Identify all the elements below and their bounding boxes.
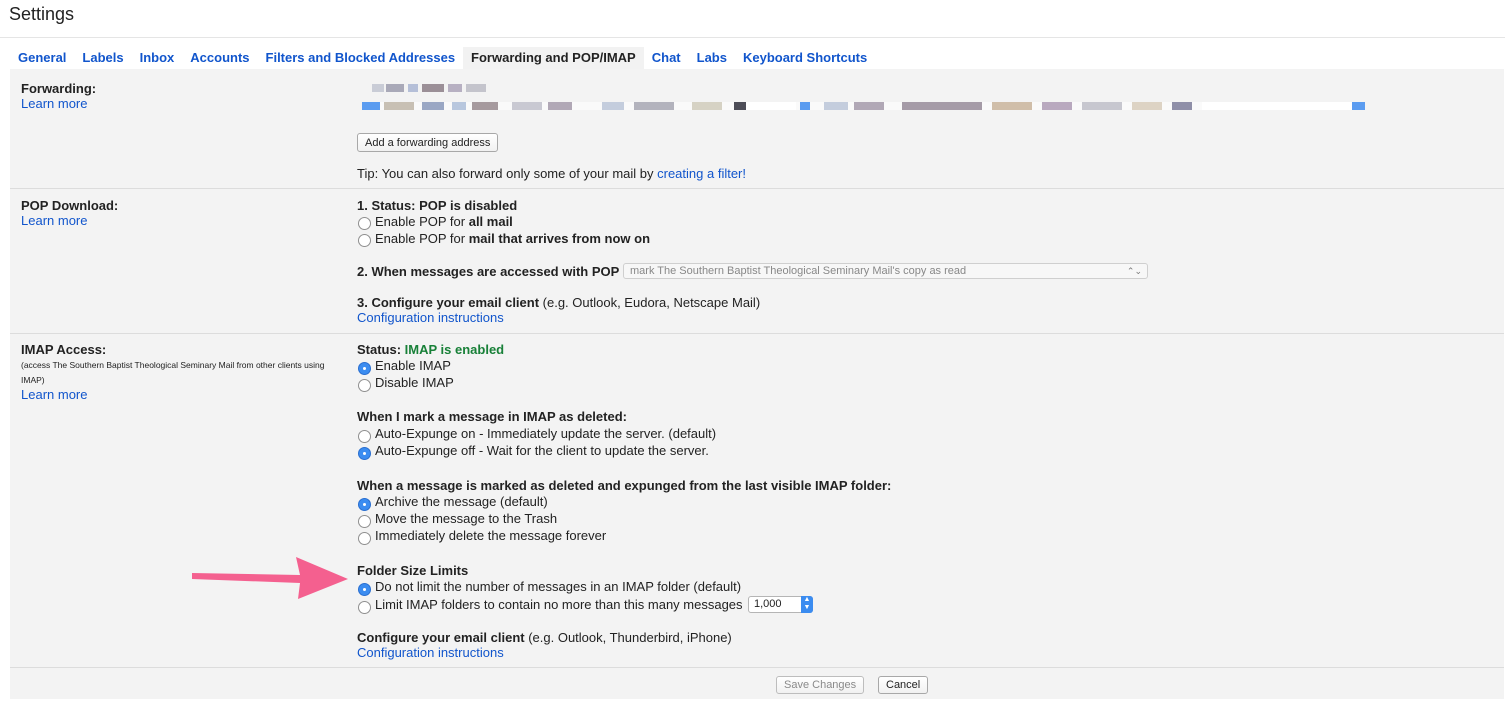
pop-opt2-prefix: Enable POP for — [375, 231, 469, 246]
imap-sublabel: (access The Southern Baptist Theological… — [21, 360, 325, 385]
imap-status: Status: IMAP is enabled — [357, 342, 504, 357]
enable-imap-radio[interactable] — [358, 362, 371, 375]
tab-keyboard-shortcuts[interactable]: Keyboard Shortcuts — [735, 47, 875, 69]
limit-folder-radio[interactable] — [358, 601, 371, 614]
tab-labs[interactable]: Labs — [689, 47, 735, 69]
imap-status-value: IMAP is enabled — [404, 342, 505, 357]
pop-section: POP Download: Learn more 1. Status: POP … — [10, 189, 1504, 332]
imap-label: IMAP Access: — [21, 342, 107, 357]
pop-learn-more-link[interactable]: Learn more — [21, 213, 87, 228]
pop-accessed-label: 2. When messages are accessed with POP — [357, 264, 620, 279]
imap-configure-client: Configure your email client (e.g. Outloo… — [357, 630, 732, 645]
no-folder-limit-label: Do not limit the number of messages in a… — [375, 579, 742, 594]
settings-panel: Forwarding: Learn more Add a forwarding … — [10, 69, 1504, 699]
pop-label: POP Download: — [21, 198, 119, 213]
enable-pop-all-mail-label: Enable POP for all mail — [375, 214, 513, 229]
pop-status-value: disabled — [464, 198, 518, 213]
pink-arrow-annotation — [192, 557, 348, 599]
move-to-trash-radio[interactable] — [358, 515, 371, 528]
delete-forever-label: Immediately delete the message forever — [375, 528, 607, 543]
disable-imap-radio[interactable] — [358, 379, 371, 392]
tab-general[interactable]: General — [10, 47, 74, 69]
folder-limit-select[interactable]: 1,000 ▲ ▼ — [748, 596, 813, 613]
section-divider — [10, 667, 1504, 668]
pop-status: 1. Status: POP is disabled — [357, 198, 517, 213]
stepper-arrows-icon: ▲ ▼ — [801, 596, 813, 613]
folder-limit-value: 1,000 — [754, 598, 782, 610]
pop-accessed-select-value: mark The Southern Baptist Theological Se… — [630, 265, 967, 277]
pop-accessed-select[interactable]: mark The Southern Baptist Theological Se… — [623, 263, 1148, 279]
auto-expunge-on-label: Auto-Expunge on - Immediately update the… — [375, 426, 717, 441]
enable-imap-label: Enable IMAP — [375, 358, 451, 373]
imap-configure-rest: (e.g. Outlook, Thunderbird, iPhone) — [524, 630, 732, 645]
redacted-email-top — [372, 84, 492, 92]
enable-pop-from-now-radio[interactable] — [358, 234, 371, 247]
pop-configuration-instructions-link[interactable]: Configuration instructions — [357, 310, 504, 325]
disable-imap-label: Disable IMAP — [375, 375, 454, 390]
cancel-button[interactable]: Cancel — [878, 676, 929, 694]
enable-pop-all-mail-radio[interactable] — [358, 217, 371, 230]
limit-folder-label: Limit IMAP folders to contain no more th… — [375, 597, 743, 612]
folder-size-heading: Folder Size Limits — [357, 563, 469, 578]
pop-configure-client: 3. Configure your email client (e.g. Out… — [357, 295, 760, 310]
pop-opt1-prefix: Enable POP for — [375, 214, 469, 229]
forwarding-label: Forwarding: — [21, 81, 97, 96]
auto-expunge-off-label: Auto-Expunge off - Wait for the client t… — [375, 443, 709, 458]
page-title: Settings — [9, 4, 75, 24]
delete-forever-radio[interactable] — [358, 532, 371, 545]
imap-configuration-instructions-link[interactable]: Configuration instructions — [357, 645, 504, 660]
pop-status-prefix: 1. Status: POP is — [357, 198, 465, 213]
tab-inbox[interactable]: Inbox — [132, 47, 183, 69]
pop-opt1-bold: all mail — [468, 214, 513, 229]
archive-message-radio[interactable] — [358, 498, 371, 511]
tab-labels[interactable]: Labels — [74, 47, 131, 69]
enable-pop-from-now-label: Enable POP for mail that arrives from no… — [375, 231, 650, 246]
pop-configure-rest: (e.g. Outlook, Eudora, Netscape Mail) — [539, 295, 761, 310]
title-divider — [0, 37, 1505, 38]
imap-learn-more-link[interactable]: Learn more — [21, 387, 87, 402]
pop-opt2-bold: mail that arrives from now on — [468, 231, 651, 246]
select-arrows-icon: ⌃⌄ — [1126, 266, 1142, 276]
forwarding-section: Forwarding: Learn more Add a forwarding … — [10, 69, 1504, 187]
pop-configure-bold: 3. Configure your email client — [357, 295, 540, 310]
imap-configure-bold: Configure your email client — [357, 630, 525, 645]
no-folder-limit-radio[interactable] — [358, 583, 371, 596]
imap-expunged-heading: When a message is marked as deleted and … — [357, 478, 892, 493]
add-forwarding-address-button[interactable]: Add a forwarding address — [357, 133, 499, 152]
imap-deleted-heading: When I mark a message in IMAP as deleted… — [357, 409, 627, 424]
auto-expunge-on-radio[interactable] — [358, 430, 371, 443]
imap-status-prefix: Status: — [357, 342, 405, 357]
move-to-trash-label: Move the message to the Trash — [375, 511, 558, 526]
imap-section: IMAP Access: (access The Southern Baptis… — [10, 334, 1504, 667]
archive-message-label: Archive the message (default) — [375, 494, 548, 509]
tab-filters[interactable]: Filters and Blocked Addresses — [258, 47, 464, 69]
redacted-forwarding-addresses — [362, 102, 1365, 110]
forwarding-tip: Tip: You can also forward only some of y… — [357, 166, 746, 181]
tab-accounts[interactable]: Accounts — [182, 47, 257, 69]
settings-tabs: General Labels Inbox Accounts Filters an… — [10, 47, 875, 69]
forwarding-tip-text: Tip: You can also forward only some of y… — [357, 166, 658, 181]
tab-forwarding-pop-imap[interactable]: Forwarding and POP/IMAP — [463, 47, 644, 69]
forwarding-learn-more-link[interactable]: Learn more — [21, 96, 87, 111]
auto-expunge-off-radio[interactable] — [358, 447, 371, 460]
creating-filter-link[interactable]: creating a filter! — [657, 166, 746, 181]
save-changes-button[interactable]: Save Changes — [776, 676, 865, 694]
tab-chat[interactable]: Chat — [644, 47, 689, 69]
